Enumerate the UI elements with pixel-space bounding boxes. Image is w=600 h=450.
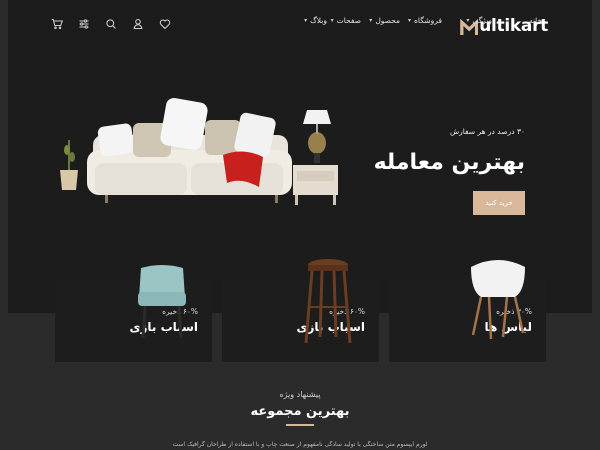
nav-label: محصول — [375, 16, 400, 25]
hero-image-sofa — [55, 95, 345, 215]
nav-item-blog[interactable]: وبلاگ ▾ — [296, 16, 335, 25]
chevron-down-icon: ▾ — [369, 17, 373, 24]
header-icons — [50, 17, 172, 31]
nav-item-features[interactable]: ویژگی ▾ — [458, 16, 500, 25]
white-chair-image — [471, 260, 525, 340]
nav-label: صفحات — [336, 16, 361, 25]
shop-now-button[interactable]: خرید کنید — [473, 191, 525, 215]
chevron-down-icon: ▾ — [304, 17, 308, 24]
section-title: بهترین مجموعه — [250, 404, 350, 419]
bar-stool-image — [304, 259, 352, 344]
hero-subtitle: ۳۰ درصد در هر سفارش — [449, 127, 525, 136]
nav-item-home[interactable]: خانه — [521, 16, 550, 25]
heart-icon[interactable] — [158, 17, 172, 31]
nav-label: وبلاگ — [310, 16, 327, 25]
category-card[interactable]: ۶۰% ذخیره اسباب بازی — [55, 265, 212, 362]
header: ultikart خانه ویژگی ▾ فروشگاه ▾ محصول ▾ … — [0, 0, 600, 50]
chevron-down-icon: ▾ — [407, 17, 411, 24]
category-card[interactable]: ۶۰% ذخیره اسباب بازی — [222, 259, 379, 362]
nav-label-home: خانه — [528, 16, 542, 25]
category-card[interactable]: ۳۰% ذخیره لباس ها — [389, 260, 546, 362]
plant-image — [60, 140, 78, 190]
armchair-image — [138, 265, 186, 339]
sofa-image — [87, 97, 292, 203]
search-icon[interactable] — [104, 17, 118, 31]
hero-title: بهترین معامله — [373, 150, 525, 175]
title-underline — [286, 424, 314, 426]
cart-icon[interactable] — [50, 17, 64, 31]
section-description: لورم ایپسوم متن ساختگی با تولید سادگی نا… — [172, 441, 428, 448]
user-icon[interactable] — [131, 17, 145, 31]
settings-icon[interactable] — [77, 17, 91, 31]
section-subtitle: پیشنهاد ویژه — [279, 390, 321, 399]
chevron-down-icon: ▾ — [466, 17, 470, 24]
nav-label: ویژگی — [472, 16, 492, 25]
hero-text: ۳۰ درصد در هر سفارش بهترین معامله خرید ک… — [325, 127, 525, 215]
nav-label: فروشگاه — [414, 16, 442, 25]
